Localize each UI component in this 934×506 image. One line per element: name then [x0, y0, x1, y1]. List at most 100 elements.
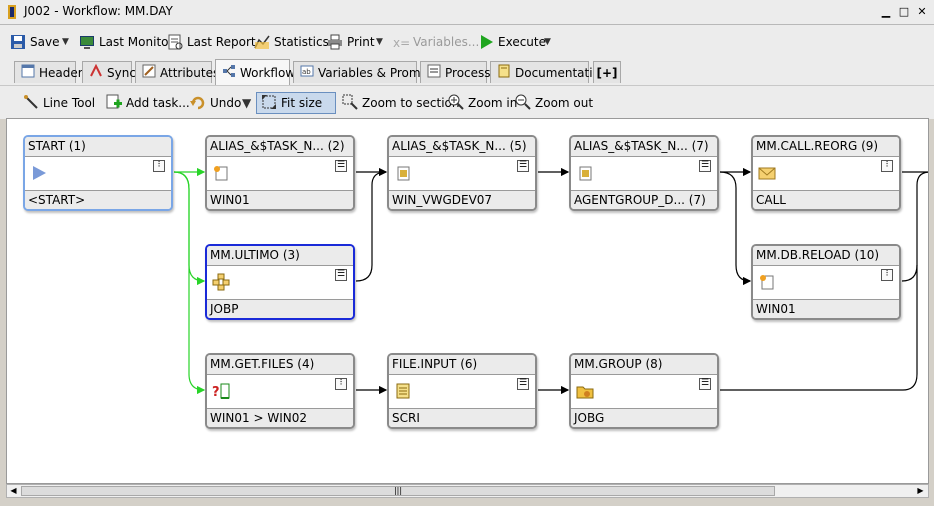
line-tool-button[interactable]: Line Tool: [23, 92, 95, 114]
execute-play-icon: [478, 34, 494, 50]
workflow-node-7[interactable]: ALIAS_&$TASK_N... (7) ☰ AGENTGROUP_D... …: [569, 135, 719, 211]
add-task-button[interactable]: Add task...: [106, 92, 190, 114]
workflow-node-3[interactable]: MM.ULTIMO (3) ☰ JOBP: [205, 244, 355, 320]
node-menu-icon[interactable]: ☰: [517, 160, 529, 172]
zoom-section-icon: [342, 94, 358, 113]
print-label: Print: [347, 35, 375, 49]
envelope-icon: [758, 164, 776, 182]
tab-add-button[interactable]: [+]: [593, 61, 621, 83]
scrollbar-thumb[interactable]: |||: [21, 486, 775, 496]
variables-label: Variables...: [413, 35, 480, 49]
node-title: FILE.INPUT (6): [389, 355, 535, 375]
play-icon: [30, 164, 48, 182]
add-task-icon: [106, 94, 122, 113]
tab-process[interactable]: Process: [420, 61, 491, 83]
svg-text:ab: ab: [302, 68, 311, 76]
horizontal-scrollbar[interactable]: ◀ ||| ▶: [6, 484, 929, 498]
undo-button[interactable]: Undo: [190, 92, 241, 114]
node-menu-icon[interactable]: ⁝: [153, 160, 165, 172]
tab-documentation[interactable]: Documentation: [490, 61, 608, 83]
variables-button[interactable]: x= Variables...: [393, 31, 479, 53]
scroll-left-icon[interactable]: ◀: [8, 486, 19, 496]
workflow-node-start[interactable]: START (1) ⁝ <START>: [23, 135, 173, 211]
report-icon: [167, 34, 183, 50]
workflow-node-4[interactable]: MM.GET.FILES (4) ? ⁝ WIN01 > WIN02: [205, 353, 355, 429]
zoom-to-section-button[interactable]: Zoom to section: [342, 92, 460, 114]
group-icon: [576, 382, 594, 400]
svg-text:x=: x=: [393, 36, 409, 50]
fit-size-icon: [261, 94, 277, 113]
node-menu-icon[interactable]: ☰: [335, 269, 347, 281]
node-menu-icon[interactable]: ☰: [335, 160, 347, 172]
documentation-icon: [497, 64, 511, 81]
undo-icon: [190, 94, 206, 113]
header-icon: [21, 64, 35, 81]
tab-sync-label: Sync: [107, 65, 136, 80]
tab-variables-prompts[interactable]: ab Variables & Prompts: [293, 61, 439, 83]
node-title: MM.GET.FILES (4): [207, 355, 353, 375]
zoom-out-button[interactable]: Zoom out: [515, 92, 593, 114]
process-icon: [427, 64, 441, 81]
node-title: MM.DB.RELOAD (10): [753, 246, 899, 266]
minimize-button[interactable]: ▁: [878, 4, 894, 20]
tab-process-label: Process: [445, 65, 491, 80]
workflow-node-6[interactable]: FILE.INPUT (6) ☰ SCRI: [387, 353, 537, 429]
tab-header[interactable]: Header: [14, 61, 83, 83]
save-button[interactable]: Save: [10, 31, 59, 53]
node-menu-icon[interactable]: ☰: [699, 378, 711, 390]
variables-tab-icon: ab: [300, 64, 314, 81]
last-monitor-button[interactable]: Last Monitor: [79, 31, 173, 53]
tab-sync[interactable]: Sync: [82, 61, 136, 83]
workflow-node-10[interactable]: MM.DB.RELOAD (10) ⁝ WIN01: [751, 244, 901, 320]
workflow-node-2[interactable]: ALIAS_&$TASK_N... (2) ☰ WIN01: [205, 135, 355, 211]
node-menu-icon[interactable]: ☰: [699, 160, 711, 172]
zoom-out-icon: [515, 94, 531, 113]
scrollbar-grip: |||: [393, 486, 403, 495]
workflow-node-9[interactable]: MM.CALL.REORG (9) ⁝ CALL: [751, 135, 901, 211]
workflow-canvas[interactable]: START (1) ⁝ <START> ALIAS_&$TASK_N... (2…: [6, 118, 929, 484]
maximize-button[interactable]: □: [896, 4, 912, 20]
node-menu-icon[interactable]: ⁝: [335, 378, 347, 390]
fit-size-button[interactable]: Fit size: [256, 92, 336, 114]
zoom-in-icon: [448, 94, 464, 113]
tab-header-label: Header: [39, 65, 83, 80]
workflow-node-5[interactable]: ALIAS_&$TASK_N... (5) ☰ WIN_VWGDEV07: [387, 135, 537, 211]
execute-button[interactable]: Execute: [478, 31, 546, 53]
floppy-icon: [10, 34, 26, 50]
last-report-button[interactable]: Last Report: [167, 31, 256, 53]
scroll-right-icon[interactable]: ▶: [915, 486, 926, 496]
workflow-node-8[interactable]: MM.GROUP (8) ☰ JOBG: [569, 353, 719, 429]
node-footer: CALL: [753, 190, 899, 209]
zoom-in-label: Zoom in: [468, 96, 518, 110]
node-footer: <START>: [25, 190, 171, 209]
node-menu-icon[interactable]: ⁝: [881, 160, 893, 172]
node-footer: WIN_VWGDEV07: [389, 190, 535, 209]
printer-icon: [327, 34, 343, 50]
execute-dropdown-icon[interactable]: ▼: [544, 31, 551, 53]
node-menu-icon[interactable]: ⁝: [881, 269, 893, 281]
zoom-in-button[interactable]: Zoom in: [448, 92, 517, 114]
workflow-toolbar: Line Tool Add task... Undo ▼ Fit size Zo…: [0, 85, 934, 119]
last-report-label: Last Report: [187, 35, 256, 49]
attributes-icon: [142, 64, 156, 81]
print-dropdown-icon[interactable]: ▼: [376, 31, 383, 53]
workflow-icon: [212, 273, 230, 291]
connection-7-to-10: [719, 171, 752, 286]
close-button[interactable]: ✕: [914, 4, 930, 20]
save-dropdown-icon[interactable]: ▼: [62, 31, 69, 53]
node-menu-icon[interactable]: ☰: [517, 378, 529, 390]
print-button[interactable]: Print: [327, 31, 375, 53]
job-icon: [576, 164, 594, 182]
save-label: Save: [30, 35, 60, 49]
tab-attributes[interactable]: Attributes: [135, 61, 219, 83]
workflow-tab-icon: [222, 64, 236, 81]
last-monitor-label: Last Monitor: [99, 35, 174, 49]
line-tool-icon: [23, 94, 39, 113]
undo-dropdown-icon[interactable]: ▼: [242, 92, 251, 114]
tab-workflow[interactable]: Workflow: [215, 59, 295, 85]
main-toolbar: Save ▼ Last Monitor Last Report Statisti…: [0, 25, 934, 60]
file-transfer-icon: ?: [212, 382, 230, 400]
statistics-button[interactable]: Statistics: [254, 31, 329, 53]
node-title: ALIAS_&$TASK_N... (2): [207, 137, 353, 157]
node-title: MM.ULTIMO (3): [207, 246, 353, 266]
